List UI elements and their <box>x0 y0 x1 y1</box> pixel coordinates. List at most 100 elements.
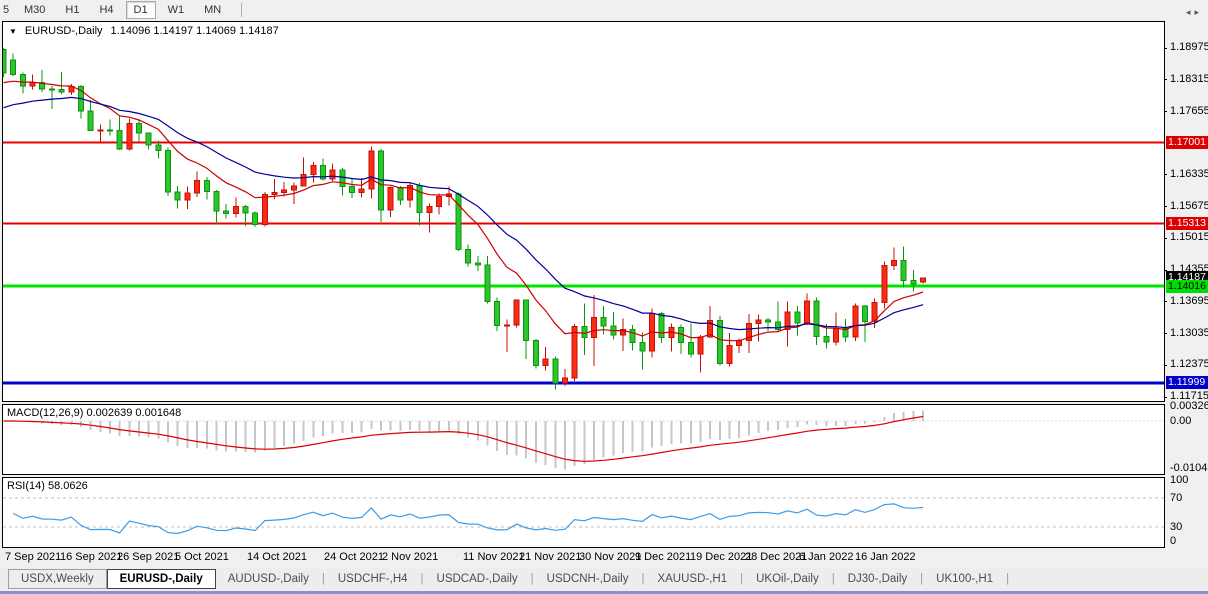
price-chart-panel[interactable]: ▼ EURUSD-,Daily 1.14096 1.14197 1.14069 … <box>2 21 1165 402</box>
candle-body <box>156 145 161 151</box>
macd-axis-tick: -0.010438 <box>1170 462 1208 474</box>
price-axis-tick-mark <box>1164 79 1167 80</box>
candle-body <box>698 337 703 354</box>
macd-histogram-bar <box>690 421 692 443</box>
candle-body <box>291 186 296 190</box>
timeframe-button-h1[interactable]: H1 <box>57 1 87 19</box>
chart-tab-audusd-daily[interactable]: AUDUSD-,Daily <box>216 570 321 588</box>
tab-scroll-arrows[interactable]: ◂▸ <box>1186 7 1203 18</box>
price-axis-tick-mark <box>1164 174 1167 175</box>
candle-body <box>214 192 219 211</box>
chart-menu-triangle-icon[interactable]: ▼ <box>9 27 17 36</box>
timeframe-button-5[interactable]: 5 <box>0 1 12 19</box>
price-badge-1.11999: 1.11999 <box>1166 376 1208 389</box>
rsi-axis-tick: 70 <box>1170 492 1182 504</box>
timeframe-button-d1[interactable]: D1 <box>126 1 156 19</box>
macd-histogram-bar <box>603 421 605 457</box>
candle-body <box>863 306 868 321</box>
timeframe-button-w1[interactable]: W1 <box>160 1 193 19</box>
candle-body <box>533 341 538 366</box>
date-tick: 5 Oct 2021 <box>175 551 229 563</box>
price-axis-tick-mark <box>1164 206 1167 207</box>
date-tick: 30 Nov 2021 <box>579 551 641 563</box>
macd-panel[interactable]: MACD(12,26,9) 0.002639 0.001648 <box>2 404 1165 475</box>
macd-histogram-bar <box>516 421 518 455</box>
candle-body <box>3 50 6 73</box>
macd-histogram-bar <box>554 421 556 468</box>
macd-histogram-bar <box>274 421 276 448</box>
rsi-chart[interactable] <box>3 478 1164 547</box>
macd-histogram-bar <box>583 421 585 464</box>
macd-histogram-bar <box>806 421 808 424</box>
tab-scroll-right-icon[interactable]: ▸ <box>1194 7 1203 17</box>
macd-histogram-bar <box>225 421 227 452</box>
macd-histogram-bar <box>767 421 769 431</box>
candle-body <box>795 312 800 323</box>
price-axis-tick: 1.18975 <box>1170 41 1208 53</box>
chart-tab-xauusd-h1[interactable]: XAUUSD-,H1 <box>645 570 739 588</box>
chart-tab-dj30-daily[interactable]: DJ30-,Daily <box>836 570 919 588</box>
macd-histogram-bar <box>312 421 314 438</box>
date-axis: 7 Sep 202116 Sep 202126 Sep 20215 Oct 20… <box>2 548 1166 566</box>
macd-histogram-bar <box>167 421 169 443</box>
price-axis-tick: 1.18315 <box>1170 73 1208 85</box>
candle-body <box>775 322 780 330</box>
chart-tab-usdcad-daily[interactable]: USDCAD-,Daily <box>425 570 530 588</box>
timeframe-button-h4[interactable]: H4 <box>91 1 121 19</box>
chart-tab-ukoil-daily[interactable]: UKOil-,Daily <box>744 570 831 588</box>
rsi-panel[interactable]: RSI(14) 58.0626 <box>2 477 1165 548</box>
macd-histogram-bar <box>680 421 682 443</box>
chart-title: ▼ EURUSD-,Daily 1.14096 1.14197 1.14069 … <box>9 25 279 37</box>
price-axis-tick: 1.13035 <box>1170 327 1208 339</box>
chart-symbol-label: EURUSD-,Daily <box>25 25 103 37</box>
candle-body <box>340 170 345 187</box>
timeframe-button-mn[interactable]: MN <box>196 1 229 19</box>
macd-histogram-bar <box>632 421 634 452</box>
candle-body <box>892 260 897 265</box>
candle-body <box>253 213 258 224</box>
macd-histogram-bar <box>845 421 847 426</box>
candle-body <box>11 60 16 75</box>
chart-tab-usdchf-h4[interactable]: USDCHF-,H4 <box>326 570 420 588</box>
candle-body <box>69 87 74 92</box>
macd-histogram-bar <box>719 421 721 440</box>
candle-body <box>330 170 335 179</box>
macd-histogram-bar <box>651 421 653 448</box>
chart-tab-usdcnh-daily[interactable]: USDCNH-,Daily <box>535 570 641 588</box>
price-badge-1.14016: 1.14016 <box>1166 280 1208 293</box>
candle-body <box>166 151 171 192</box>
candle-body <box>814 301 819 336</box>
date-tick: 6 Jan 2022 <box>799 551 853 563</box>
candlestick-chart[interactable] <box>3 22 1164 401</box>
macd-histogram-bar <box>351 421 353 433</box>
candle-body <box>107 130 112 131</box>
candle-body <box>921 278 926 282</box>
timeframe-button-m30[interactable]: M30 <box>16 1 53 19</box>
date-tick: 24 Oct 2021 <box>324 551 384 563</box>
chart-tab-usdx-weekly[interactable]: USDX,Weekly <box>8 569 107 589</box>
chart-tab-uk100-h1[interactable]: UK100-,H1 <box>924 570 1005 588</box>
candle-body <box>495 302 500 326</box>
tab-separator: | <box>1005 573 1010 585</box>
candle-body <box>137 123 142 133</box>
macd-histogram-bar <box>245 421 247 452</box>
candle-body <box>49 89 54 90</box>
candle-body <box>659 314 664 338</box>
macd-histogram-bar <box>419 421 421 431</box>
candle-body <box>562 378 567 383</box>
candle-body <box>388 188 393 210</box>
candle-body <box>640 343 645 352</box>
candle-body <box>824 336 829 342</box>
date-tick: 21 Nov 2021 <box>519 551 581 563</box>
macd-histogram-bar <box>922 410 924 421</box>
candle-body <box>369 151 374 189</box>
candle-body <box>262 194 267 224</box>
macd-histogram-bar <box>487 421 489 446</box>
candle-body <box>127 123 132 148</box>
date-tick: 19 Dec 2021 <box>690 551 752 563</box>
candle-body <box>233 206 238 213</box>
candle-body <box>514 300 519 325</box>
macd-histogram-bar <box>622 421 624 453</box>
chart-tab-eurusd-daily[interactable]: EURUSD-,Daily <box>107 569 216 589</box>
macd-histogram-bar <box>593 421 595 460</box>
